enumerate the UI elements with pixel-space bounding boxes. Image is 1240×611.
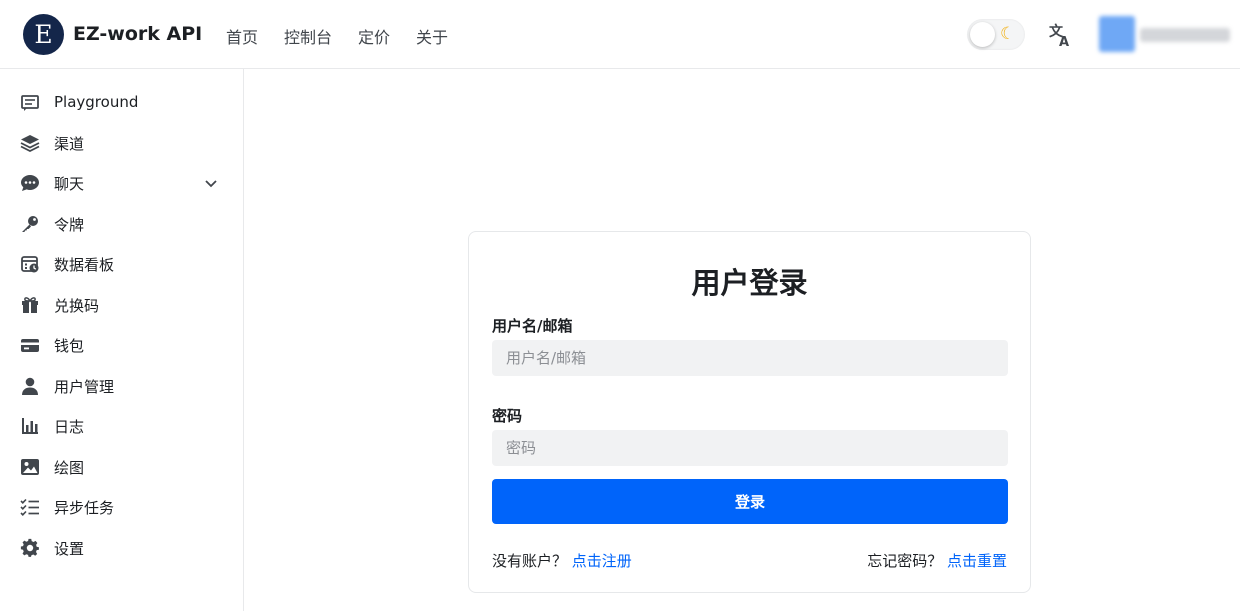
username-label: 用户名/邮箱 xyxy=(492,317,573,335)
register-link[interactable]: 点击注册 xyxy=(572,552,632,570)
checklist-icon xyxy=(20,498,39,516)
layers-icon xyxy=(20,135,40,153)
sidebar-item-chat[interactable]: 聊天 xyxy=(0,165,243,201)
toggle-knob xyxy=(970,22,995,47)
message-square-icon xyxy=(21,95,39,111)
reset-password-link[interactable]: 点击重置 xyxy=(947,552,1007,570)
calendar-clock-icon xyxy=(21,256,39,273)
theme-toggle[interactable]: ☾ xyxy=(967,19,1025,50)
translate-icon[interactable]: 文 A xyxy=(1045,20,1075,50)
sidebar-item-playground[interactable]: Playground xyxy=(0,85,243,121)
login-button[interactable]: 登录 xyxy=(492,479,1008,524)
nav-about[interactable]: 关于 xyxy=(416,24,448,48)
image-icon xyxy=(21,459,39,475)
logo[interactable]: E xyxy=(23,14,64,55)
sidebar-item-async-tasks[interactable]: 异步任务 xyxy=(0,489,243,525)
sidebar-item-label: 绘图 xyxy=(54,459,85,477)
username-redacted[interactable] xyxy=(1140,28,1230,42)
sidebar-item-settings[interactable]: 设置 xyxy=(0,530,243,566)
key-icon xyxy=(22,216,38,232)
sidebar-item-users[interactable]: 用户管理 xyxy=(0,368,243,404)
sidebar-item-label: 聊天 xyxy=(54,175,85,193)
nav-console[interactable]: 控制台 xyxy=(284,24,332,48)
sidebar-item-redeem[interactable]: 兑换码 xyxy=(0,287,243,323)
avatar[interactable] xyxy=(1099,16,1135,52)
gift-icon xyxy=(22,297,38,313)
chevron-down-icon[interactable] xyxy=(203,175,219,191)
sidebar-item-label: 用户管理 xyxy=(54,378,115,396)
gear-icon xyxy=(20,538,39,557)
sidebar-item-tokens[interactable]: 令牌 xyxy=(0,206,243,242)
sidebar-item-drawing[interactable]: 绘图 xyxy=(0,449,243,485)
sidebar: Playground 渠道 聊天 令牌 数据看板 兑换码 钱包 用户管理 日志 … xyxy=(0,69,244,611)
username-input[interactable] xyxy=(492,340,1008,376)
password-label: 密码 xyxy=(492,407,523,425)
sidebar-item-label: 兑换码 xyxy=(54,297,100,315)
top-header: E EZ-work API 首页 控制台 定价 关于 ☾ 文 A xyxy=(0,0,1240,69)
nav-home[interactable]: 首页 xyxy=(226,24,258,48)
sidebar-item-label: Playground xyxy=(54,93,139,111)
sidebar-item-label: 设置 xyxy=(54,540,85,558)
login-card: 用户登录 用户名/邮箱 密码 登录 没有账户？ 点击注册 忘记密码？ 点击重置 xyxy=(468,231,1031,593)
forgot-password-text: 忘记密码？ xyxy=(867,552,943,570)
sidebar-item-label: 数据看板 xyxy=(54,256,115,274)
credit-card-icon xyxy=(21,339,39,352)
svg-text:A: A xyxy=(1059,35,1069,50)
sidebar-item-label: 日志 xyxy=(54,418,85,436)
bar-chart-icon xyxy=(22,418,38,434)
sidebar-item-label: 渠道 xyxy=(54,135,85,153)
sidebar-item-label: 异步任务 xyxy=(54,499,115,517)
sidebar-item-label: 令牌 xyxy=(54,216,85,234)
chat-bubble-icon xyxy=(21,175,39,191)
sidebar-item-logs[interactable]: 日志 xyxy=(0,408,243,444)
register-row: 没有账户？ 点击注册 xyxy=(492,550,632,571)
sidebar-item-label: 钱包 xyxy=(54,337,85,355)
sidebar-item-wallet[interactable]: 钱包 xyxy=(0,327,243,363)
forgot-row: 忘记密码？ 点击重置 xyxy=(867,550,1007,571)
no-account-text: 没有账户？ xyxy=(492,552,568,570)
sidebar-item-dashboard[interactable]: 数据看板 xyxy=(0,246,243,282)
nav-pricing[interactable]: 定价 xyxy=(358,24,390,48)
page-title: 用户登录 xyxy=(691,266,808,300)
sidebar-item-channels[interactable]: 渠道 xyxy=(0,125,243,161)
moon-icon: ☾ xyxy=(1000,24,1016,44)
top-nav: 首页 控制台 定价 关于 xyxy=(226,24,474,48)
password-input[interactable] xyxy=(492,430,1008,466)
user-icon xyxy=(22,377,38,395)
app-title[interactable]: EZ-work API xyxy=(73,23,202,45)
